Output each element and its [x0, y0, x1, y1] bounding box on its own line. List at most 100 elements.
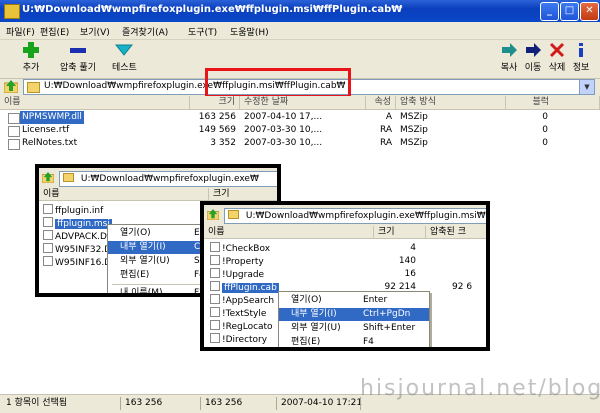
extract-button[interactable]: 압축 풀기	[60, 42, 96, 73]
inset-list-item: ffPlugin.cab	[210, 281, 279, 293]
inset-item-name: !CheckBox	[222, 244, 271, 254]
file-icon	[8, 139, 20, 150]
file-icon	[210, 294, 220, 304]
inset-item-name: ADVPACK.D	[55, 232, 107, 242]
move-icon	[526, 43, 541, 57]
inset-item-name: W95INF16.DI	[55, 258, 114, 268]
delete-button[interactable]: 삭제	[548, 42, 566, 73]
inset-address-bar: U:₩Download₩wmpfirefoxplugin.exe₩ffplugi…	[204, 205, 486, 226]
file-name: RelNotes.txt	[22, 138, 78, 148]
inset-list-item: !CheckBox	[210, 242, 270, 254]
title-bar[interactable]: U:₩Download₩wmpfirefoxplugin.exe₩ffplugi…	[0, 0, 600, 22]
inset-item-name: ffplugin.inf	[55, 206, 104, 216]
file-icon	[210, 242, 220, 252]
file-icon	[43, 217, 53, 227]
column-method[interactable]: 압축 방식	[396, 96, 506, 110]
info-label: 정보	[572, 63, 590, 73]
test-button[interactable]: 테스트	[112, 42, 137, 73]
maximize-button[interactable]: □	[560, 2, 579, 21]
minimize-button[interactable]: _	[540, 2, 559, 21]
file-attr: RA	[379, 125, 392, 135]
inset-item-name: !RegLocato	[222, 322, 273, 332]
menu-bar: 파일(F) 편집(E) 보기(V) 즐겨찾기(A) 도구(T) 도움말(H)	[0, 22, 600, 40]
column-attr[interactable]: 속성	[366, 96, 396, 110]
file-icon	[43, 243, 53, 253]
ctx-label: 내부 열기(I)	[291, 309, 337, 319]
copy-button[interactable]: 복사	[500, 42, 518, 73]
inset-address-field: U:₩Download₩wmpfirefoxplugin.exe₩	[59, 171, 277, 187]
file-icon	[210, 333, 220, 343]
status-selection: 1 항목이 선택됨	[6, 398, 68, 408]
ctx-label: 열기(O)	[291, 295, 322, 305]
file-size: 3 352	[210, 138, 236, 148]
file-row[interactable]: License.rtf 149 569 2007-03-30 10,... RA…	[0, 124, 600, 137]
up-folder-icon[interactable]	[4, 80, 18, 93]
inset-item-name: !Upgrade	[222, 270, 265, 280]
inset-item-name: W95INF32.DI	[55, 245, 114, 255]
menu-view[interactable]: 보기(V)	[80, 25, 110, 38]
ctx-open-inside: 내부 열기(I) Ctrl+PgDn	[279, 308, 429, 321]
inset-item-size: 16	[404, 269, 416, 279]
file-icon	[43, 256, 53, 266]
delete-icon	[549, 42, 565, 58]
highlight-box	[205, 68, 351, 98]
inset-column-name: 이름	[204, 226, 374, 239]
menu-help[interactable]: 도움말(H)	[230, 25, 269, 38]
add-label: 추가	[22, 63, 40, 73]
add-button[interactable]: 추가	[22, 42, 40, 73]
inset-list-item: !Upgrade	[210, 268, 264, 280]
inset-list-item: ffplugin.inf	[43, 204, 103, 216]
file-row[interactable]: NPMSWMP.dll 163 256 2007-04-10 17,... A …	[0, 111, 600, 124]
close-button[interactable]: ✕	[580, 2, 599, 21]
column-size[interactable]: 크기	[190, 96, 240, 110]
menu-tools[interactable]: 도구(T)	[188, 25, 217, 38]
info-button[interactable]: 정보	[572, 42, 590, 73]
file-name: License.rtf	[22, 125, 70, 135]
address-dropdown-icon[interactable]: ▼	[579, 80, 594, 94]
move-label: 이동	[524, 63, 542, 73]
file-icon	[210, 268, 220, 278]
menu-favorites[interactable]: 즐겨찾기(A)	[122, 25, 168, 38]
file-row[interactable]: RelNotes.txt 3 352 2007-03-30 10,... RA …	[0, 137, 600, 150]
file-icon	[210, 320, 220, 330]
inset-column-size: 크기	[374, 226, 426, 239]
menu-edit[interactable]: 편집(E)	[40, 25, 69, 38]
status-packed-size: 163 256	[200, 397, 242, 410]
status-size: 163 256	[120, 397, 162, 410]
inset-item-size: 140	[398, 256, 416, 266]
menu-file[interactable]: 파일(F)	[6, 25, 35, 38]
inset-list-item: ADVPACK.D	[43, 230, 107, 242]
move-button[interactable]: 이동	[524, 42, 542, 73]
ctx-edit: 편집(E) F4	[279, 336, 429, 347]
file-icon	[210, 255, 220, 265]
inset-column-name: 이름	[39, 188, 209, 201]
file-attr: A	[385, 112, 392, 122]
extract-icon	[69, 48, 86, 53]
column-date[interactable]: 수정한 날짜	[240, 96, 366, 110]
file-date: 2007-03-30 10,...	[244, 125, 323, 135]
inset-item-size: 4	[410, 243, 416, 253]
inset-list-item: !Property	[210, 255, 264, 267]
file-method: MSZip	[400, 112, 428, 122]
column-name[interactable]: 이름	[0, 96, 190, 110]
up-folder-icon	[42, 172, 54, 183]
inset-item-packed: 92 6	[452, 282, 473, 292]
ctx-label: 내 이름(M)	[120, 288, 163, 297]
inset-address-bar: U:₩Download₩wmpfirefoxplugin.exe₩	[39, 168, 277, 188]
inset-item-name: ffplugin.msi	[55, 219, 112, 229]
app-icon	[4, 4, 20, 19]
folder-icon	[228, 210, 239, 219]
inset-item-name: !Property	[222, 257, 264, 267]
folder-icon	[27, 82, 40, 93]
copy-icon	[502, 43, 517, 57]
extract-label: 압축 풀기	[60, 63, 96, 73]
inset-list-item: ffplugin.msi	[43, 217, 112, 229]
file-icon	[8, 113, 20, 124]
inset-item-name: !TextStyle	[222, 309, 267, 319]
file-icon	[210, 281, 220, 291]
inset-screenshot-msi: U:₩Download₩wmpfirefoxplugin.exe₩ffplugi…	[200, 201, 490, 351]
inset-list-item: !AppSearch	[210, 294, 274, 306]
ctx-shortcut: Shift+Enter	[363, 323, 416, 333]
inset-list-item: !RegLocato	[210, 320, 273, 332]
column-block[interactable]: 블럭	[506, 96, 600, 110]
